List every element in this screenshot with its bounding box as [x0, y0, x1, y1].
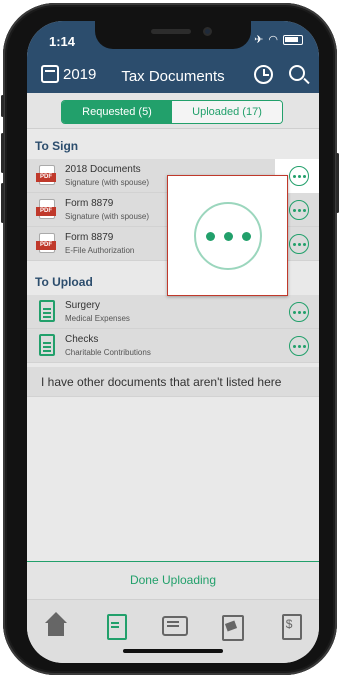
battery-icon: [283, 34, 303, 45]
tab-requested[interactable]: Requested (5): [62, 101, 172, 123]
power-button: [336, 153, 339, 213]
segment-area: Requested (5) Uploaded (17): [27, 93, 319, 129]
tab-uploaded[interactable]: Uploaded (17): [172, 101, 282, 123]
zoom-callout: [167, 175, 288, 296]
documents-icon[interactable]: [101, 612, 129, 640]
more-options-button[interactable]: [289, 166, 309, 186]
screen: 1:14 ✈ ◠ 2019 Tax Documents Requested (5…: [27, 21, 319, 663]
done-uploading-button[interactable]: Done Uploading: [27, 561, 319, 599]
item-detail: Medical Expenses: [65, 314, 130, 323]
home-icon[interactable]: [42, 612, 70, 640]
more-options-button[interactable]: [289, 234, 309, 254]
other-documents-link[interactable]: I have other documents that aren't liste…: [27, 367, 319, 397]
pdf-badge: PDF: [36, 241, 56, 250]
page-title: Tax Documents: [121, 68, 225, 85]
invoice-icon[interactable]: [276, 612, 304, 640]
clock-icon[interactable]: [254, 65, 273, 84]
item-name: Form 8879: [65, 198, 114, 209]
volume-up-button: [1, 133, 4, 173]
item-name: Form 8879: [65, 232, 114, 243]
tab-bar: [27, 599, 319, 663]
more-options-button[interactable]: [289, 200, 309, 220]
messages-icon[interactable]: [159, 612, 188, 640]
speaker: [151, 29, 191, 34]
document-icon: [39, 300, 55, 322]
wifi-icon: ◠: [268, 34, 278, 46]
item-detail: Charitable Contributions: [65, 348, 151, 357]
more-options-icon: [194, 202, 262, 270]
document-icon: [39, 334, 55, 356]
search-icon[interactable]: [289, 65, 305, 81]
notch: [95, 21, 251, 49]
list-item[interactable]: Surgery Medical Expenses: [27, 295, 319, 329]
airplane-icon: ✈: [254, 34, 264, 46]
tax-return-icon[interactable]: [217, 612, 245, 641]
segmented-control: Requested (5) Uploaded (17): [61, 100, 283, 124]
pdf-badge: PDF: [36, 207, 56, 216]
list-item[interactable]: Checks Charitable Contributions: [27, 329, 319, 363]
home-indicator: [123, 649, 223, 653]
item-name: Checks: [65, 334, 99, 345]
more-options-button[interactable]: [289, 302, 309, 322]
more-options-button[interactable]: [289, 336, 309, 356]
phone-frame: 1:14 ✈ ◠ 2019 Tax Documents Requested (5…: [1, 3, 339, 675]
status-icons: ✈ ◠: [254, 33, 303, 46]
item-detail: Signature (with spouse): [65, 212, 150, 221]
item-name: Surgery: [65, 300, 101, 311]
mute-switch: [1, 95, 4, 117]
to-sign-heading: To Sign: [35, 139, 79, 153]
item-detail: E-File Authorization: [65, 246, 135, 255]
volume-down-button: [1, 183, 4, 223]
status-time: 1:14: [49, 34, 76, 49]
camera: [203, 27, 212, 36]
